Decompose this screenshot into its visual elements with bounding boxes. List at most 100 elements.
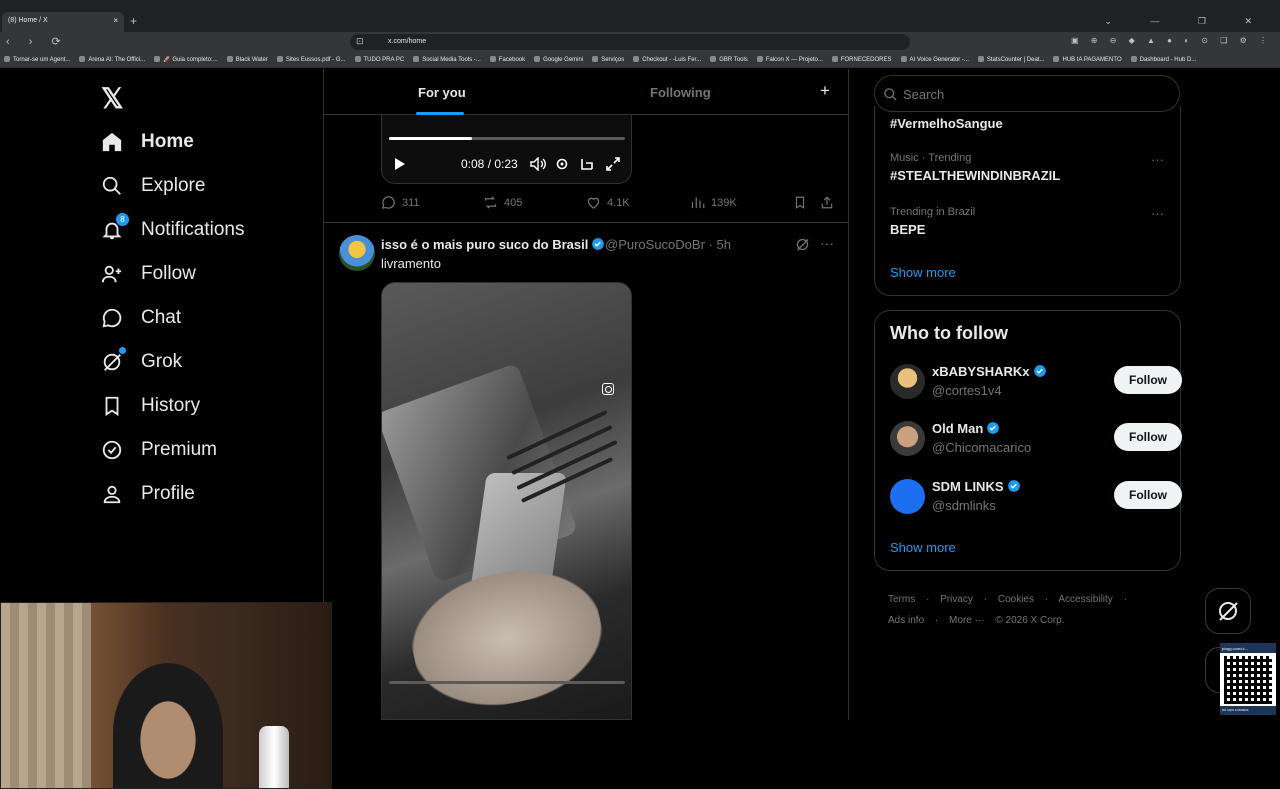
avatar[interactable] bbox=[890, 479, 925, 514]
settings-gear-icon[interactable] bbox=[555, 157, 569, 174]
person-plus-icon bbox=[100, 262, 124, 286]
cookies-link[interactable]: Cookies bbox=[998, 594, 1034, 605]
reply-icon bbox=[382, 196, 395, 209]
terms-link[interactable]: Terms bbox=[888, 594, 915, 605]
bookmark-item[interactable]: Social Media Tools -... bbox=[413, 56, 481, 63]
sidebar-item-chat[interactable]: Chat bbox=[100, 303, 181, 333]
bookmark-item[interactable]: Checkout - -Luis Fer... bbox=[633, 56, 701, 63]
bookmark-item[interactable]: FORNECEDORES bbox=[832, 56, 892, 63]
follow-button[interactable]: Follow bbox=[1114, 481, 1182, 509]
show-more-link[interactable]: Show more bbox=[890, 265, 956, 280]
more-options-icon[interactable]: ··· bbox=[1151, 152, 1164, 167]
url-bar[interactable]: ⊡ x.com/home bbox=[350, 34, 910, 50]
sidebar-item-premium[interactable]: Premium bbox=[100, 435, 217, 465]
grok-floating-button[interactable] bbox=[1205, 588, 1251, 634]
browser-tab[interactable]: (8) Home / X × bbox=[2, 12, 124, 32]
sidebar-item-history[interactable]: History bbox=[100, 391, 200, 421]
bookmark-item[interactable]: GBR Tools bbox=[710, 56, 748, 63]
play-icon[interactable] bbox=[394, 157, 406, 174]
like-button[interactable]: 4.1K bbox=[586, 195, 630, 210]
avatar[interactable] bbox=[890, 421, 925, 456]
video-player[interactable]: 0:08 / 0:23 bbox=[381, 115, 632, 184]
bookmark-item[interactable]: Serviços bbox=[592, 56, 624, 63]
bookmark-item[interactable]: TUDO PRA PC bbox=[355, 56, 405, 63]
avatar[interactable] bbox=[339, 235, 375, 271]
more-options-icon[interactable]: ··· bbox=[820, 235, 834, 251]
sidebar-item-follow[interactable]: Follow bbox=[100, 259, 196, 289]
bookmark-item[interactable]: 🚀 Guia completo:... bbox=[154, 56, 218, 63]
trend-name[interactable]: #VermelhoSangue bbox=[890, 116, 1003, 131]
bookmark-star-icon[interactable]: ⊡ bbox=[356, 36, 364, 47]
bookmark-item[interactable]: Arena AI: The Offici... bbox=[79, 56, 145, 63]
x-logo-icon[interactable]: 𝕏 bbox=[101, 82, 124, 115]
search-icon bbox=[100, 174, 124, 198]
follow-suggestion[interactable]: SDM LINKS @sdmlinks Follow bbox=[890, 477, 1182, 517]
bookmark-item[interactable]: HUB IA PAGAMENTO bbox=[1053, 56, 1121, 63]
bookmark-item[interactable]: Sites Eussos.pdf - G... bbox=[277, 56, 346, 63]
tab-following[interactable]: Following bbox=[650, 85, 711, 100]
reply-count: 311 bbox=[402, 196, 420, 209]
video-progress-bar[interactable] bbox=[389, 137, 625, 140]
reply-button[interactable]: 311 bbox=[381, 195, 420, 210]
trend-item[interactable]: Music · Trending #STEALTHEWINDINBRAZIL ·… bbox=[890, 152, 1170, 183]
repost-button[interactable]: 405 bbox=[483, 195, 522, 210]
sidebar-item-notifications[interactable]: 8 Notifications bbox=[100, 213, 245, 245]
accessibility-link[interactable]: Accessibility bbox=[1058, 594, 1112, 605]
chat-bubble-icon bbox=[100, 306, 124, 330]
bookmark-item[interactable]: Dashboard - Hub D... bbox=[1131, 56, 1197, 63]
search-icon bbox=[884, 88, 897, 101]
trend-item[interactable]: Trending in Brazil BEPE ··· bbox=[890, 206, 1170, 237]
add-feed-icon[interactable]: + bbox=[820, 81, 830, 101]
bookmark-button[interactable] bbox=[793, 195, 813, 210]
show-more-link[interactable]: Show more bbox=[890, 540, 956, 555]
new-tab-button[interactable]: + bbox=[130, 14, 137, 28]
sidebar-item-grok[interactable]: Grok bbox=[100, 347, 182, 377]
privacy-link[interactable]: Privacy bbox=[940, 594, 973, 605]
post[interactable]: isso é o mais puro suco do Brasil @PuroS… bbox=[324, 223, 848, 720]
bookmark-item[interactable]: Facebook bbox=[490, 56, 525, 63]
bookmark-item[interactable]: Google Gemini bbox=[534, 56, 583, 63]
sidebar-item-home[interactable]: Home bbox=[100, 127, 194, 157]
volume-icon[interactable] bbox=[530, 156, 546, 174]
views-button[interactable]: 139K bbox=[690, 195, 737, 210]
copyright: © 2026 X Corp. bbox=[995, 615, 1065, 626]
tab-for-you[interactable]: For you bbox=[418, 85, 466, 100]
bookmark-item[interactable]: Falcon X — Projeto... bbox=[757, 56, 823, 63]
tab-close-icon[interactable]: × bbox=[113, 16, 118, 25]
share-button[interactable] bbox=[820, 195, 840, 210]
search-input[interactable]: Search bbox=[874, 75, 1180, 112]
follow-button[interactable]: Follow bbox=[1114, 366, 1182, 394]
bookmark-item[interactable]: StatsCounter | Deat... bbox=[978, 56, 1045, 63]
sidebar-item-label: Explore bbox=[141, 175, 206, 196]
follow-suggestion[interactable]: Old Man @Chicomacarico Follow bbox=[890, 419, 1182, 459]
post-author-name[interactable]: isso é o mais puro suco do Brasil bbox=[381, 237, 605, 252]
post-author-handle[interactable]: @PuroSucoDoBr · 5h bbox=[605, 237, 731, 252]
verified-icon bbox=[1033, 365, 1046, 377]
bookmark-item[interactable]: Black Water bbox=[227, 56, 268, 63]
trend-name: BEPE bbox=[890, 222, 926, 237]
right-sidebar: #VermelhoSangue Music · Trending #STEALT… bbox=[849, 69, 1280, 720]
more-link[interactable]: More ··· bbox=[949, 615, 985, 626]
window-controls[interactable]: ⌄ — ❐ ✕ bbox=[1104, 16, 1270, 27]
feed-tabs: For you Following + bbox=[324, 69, 848, 115]
sidebar-item-profile[interactable]: Profile bbox=[100, 479, 195, 509]
post-text: livramento bbox=[381, 256, 441, 271]
sidebar-item-explore[interactable]: Explore bbox=[100, 171, 205, 201]
video-progress-bar[interactable] bbox=[389, 681, 625, 684]
extension-icons[interactable]: ▣ ⊕ ⊖ ◆ ▲ ● ◐ ⊙ ❑ ⚙ ⋮ bbox=[1071, 36, 1272, 45]
follow-button[interactable]: Follow bbox=[1114, 423, 1182, 451]
more-options-icon[interactable]: ··· bbox=[1151, 206, 1164, 221]
bookmark-item[interactable]: Tornar-se um Agent... bbox=[4, 56, 70, 63]
picture-in-picture-icon[interactable] bbox=[580, 157, 594, 174]
grok-explain-icon[interactable] bbox=[795, 237, 810, 257]
avatar[interactable] bbox=[890, 364, 925, 399]
follow-suggestion[interactable]: xBABYSHARKx @cortes1v4 Follow bbox=[890, 362, 1182, 402]
bookmark-item[interactable]: AI Voice Generator -... bbox=[901, 56, 969, 63]
post-video[interactable] bbox=[381, 282, 632, 720]
nav-buttons[interactable]: ‹ › ⟳ bbox=[6, 35, 69, 48]
address-bar-row: ‹ › ⟳ ⊡ x.com/home ▣ ⊕ ⊖ ◆ ▲ ● ◐ ⊙ ❑ ⚙ ⋮ bbox=[0, 32, 1280, 52]
account-name-text: xBABYSHARKx bbox=[932, 364, 1030, 379]
webcam-microphone bbox=[259, 726, 289, 788]
fullscreen-icon[interactable] bbox=[606, 157, 620, 174]
ads-info-link[interactable]: Ads info bbox=[888, 615, 924, 626]
